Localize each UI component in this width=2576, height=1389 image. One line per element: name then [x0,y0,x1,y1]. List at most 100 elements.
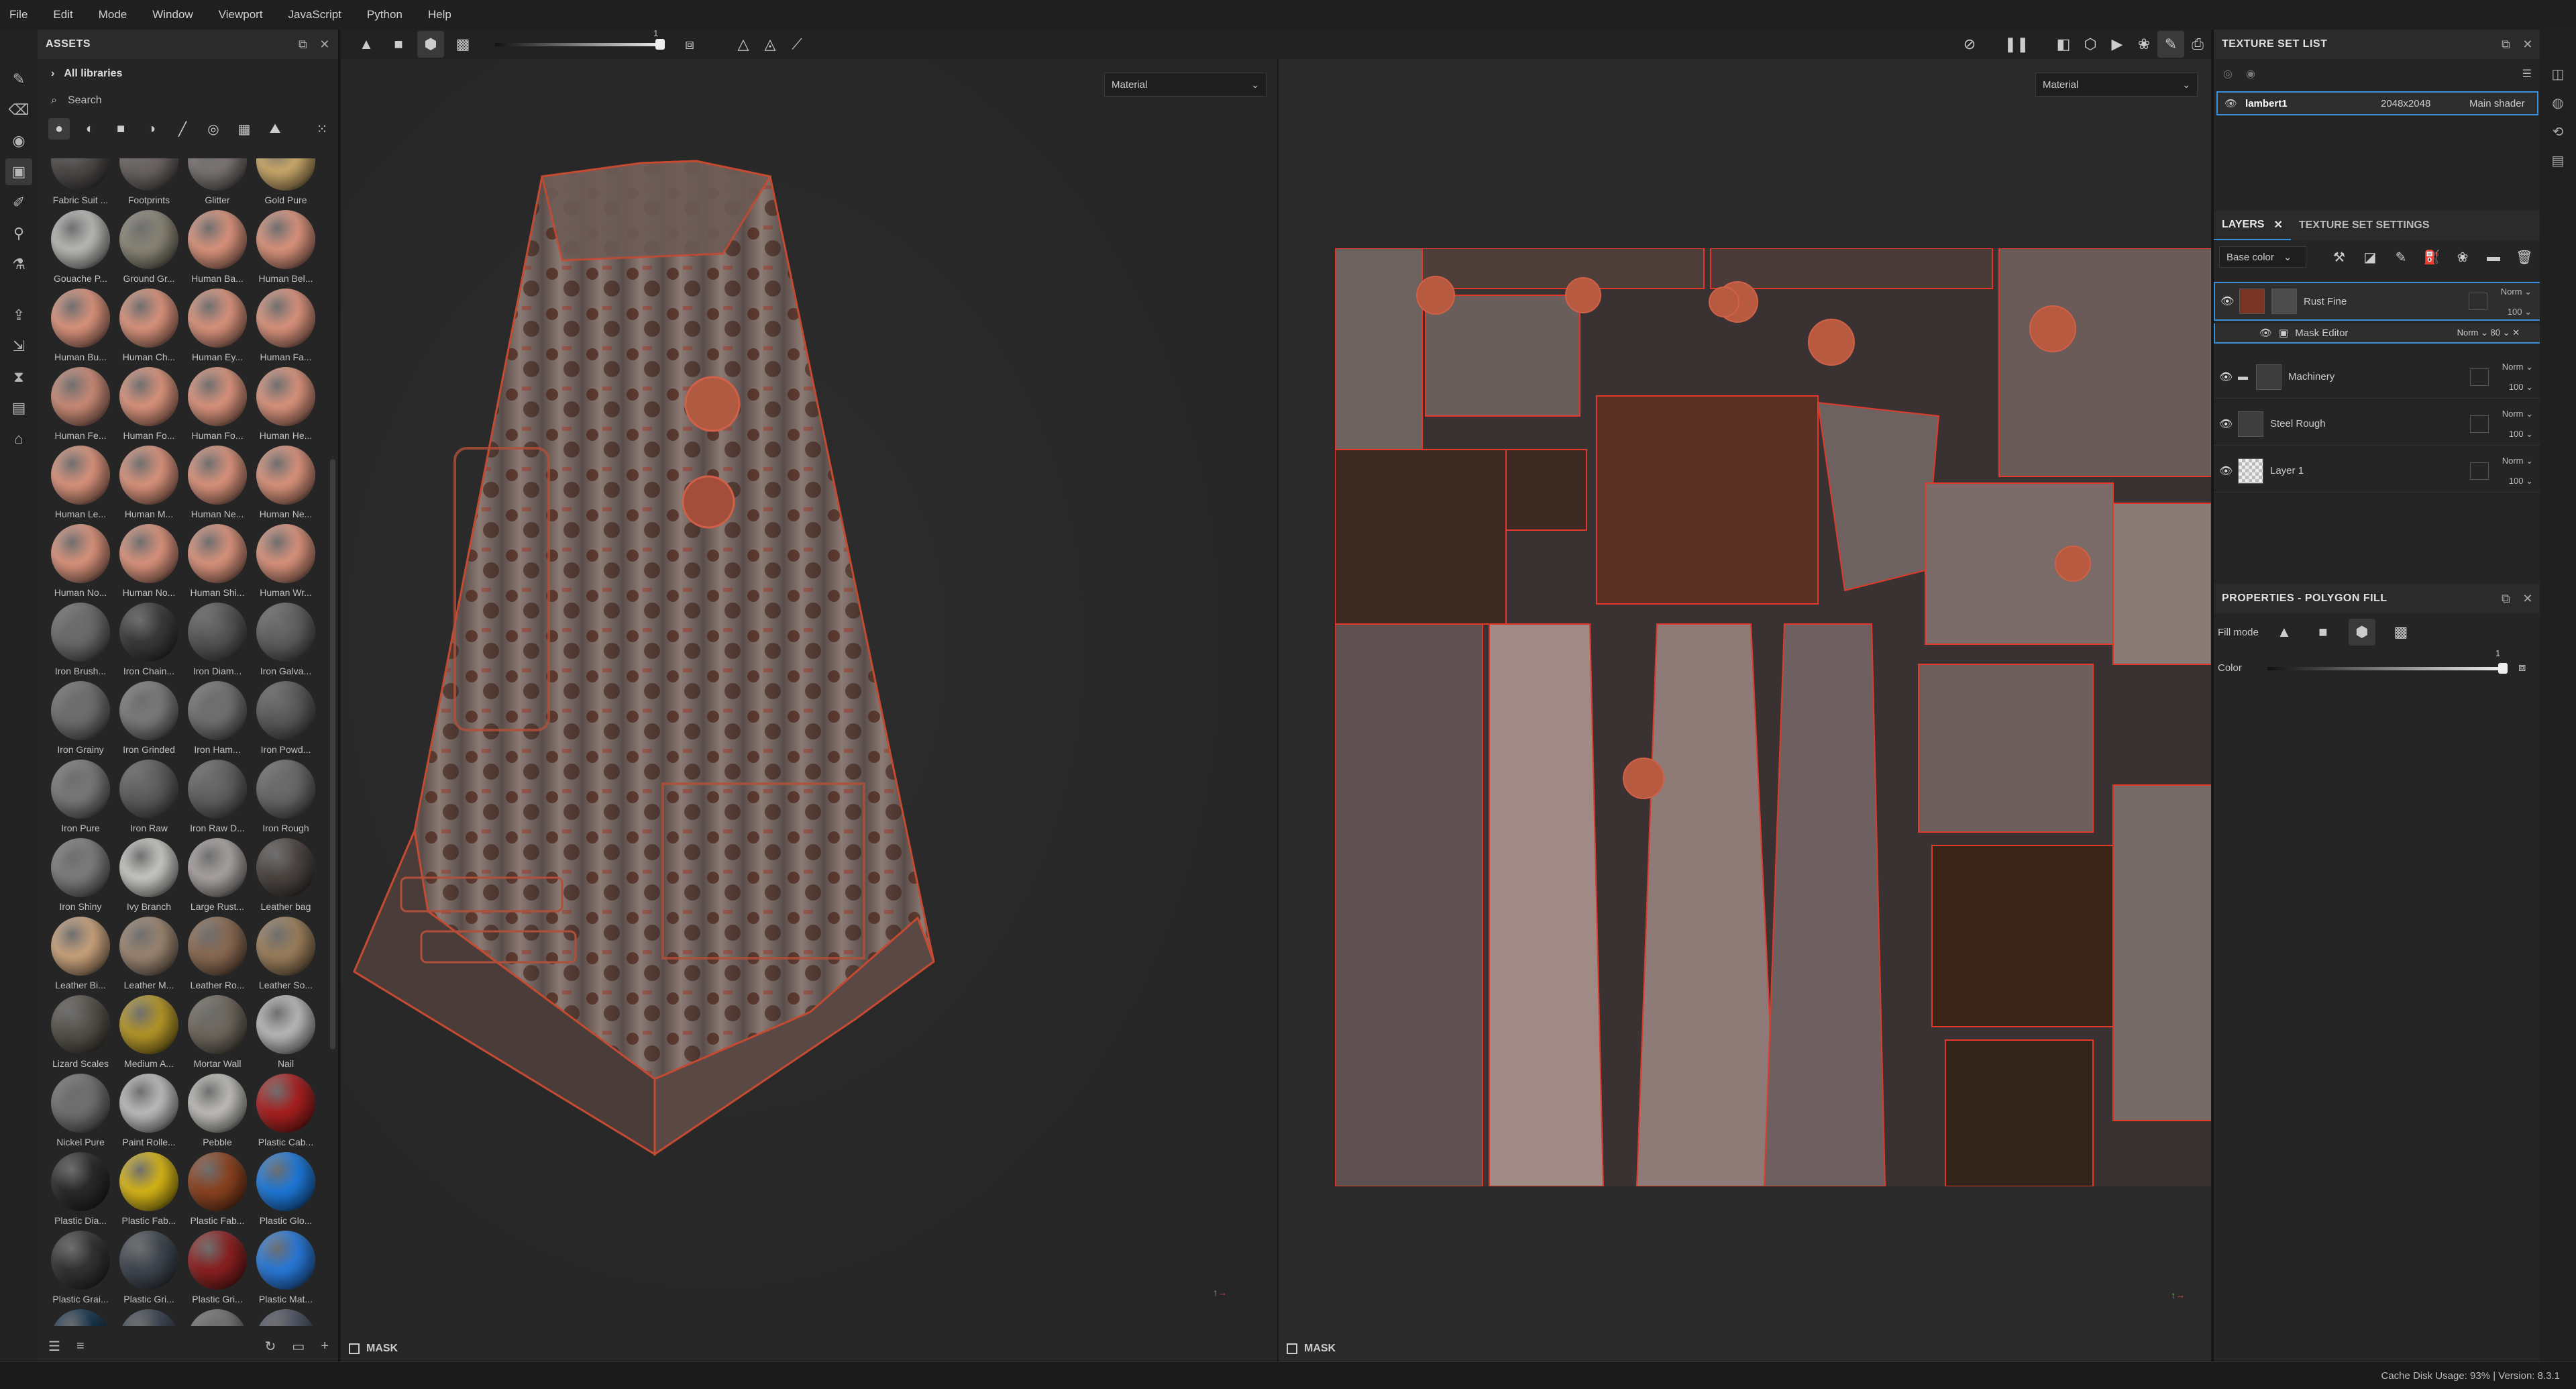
projection-icon[interactable]: ◉ [5,127,32,154]
uv-chunk-fill-icon[interactable]: ▩ [2387,619,2414,646]
material-select-2d[interactable]: Material ⌄ [2035,72,2198,97]
menu-edit[interactable]: Edit [53,8,72,21]
layer-name[interactable]: Layer 1 [2270,465,2304,476]
environments-filter-icon[interactable]: ⛰ [264,118,286,140]
pause-icon[interactable]: ❚❚ [2003,31,2030,58]
opacity-value[interactable]: 100 [2509,429,2524,439]
refresh-icon[interactable]: ↻ [265,1338,276,1355]
blend-mode-select[interactable]: Norm ⌄ 100 ⌄ [2502,357,2533,397]
effect-name[interactable]: Mask Editor [2295,327,2348,339]
viewport-2d[interactable]: Material ⌄ ↑→ MASK [1279,59,2211,1361]
menu-help[interactable]: Help [428,8,451,21]
delete-layer-icon[interactable]: 🗑 [2513,249,2536,266]
asset-tile[interactable] [47,1309,114,1326]
asset-tile[interactable] [252,1309,319,1326]
color-picker-icon[interactable]: ⚗ [5,251,32,278]
asset-tile[interactable]: Iron Rough [252,760,319,838]
asset-tile[interactable]: Paint Rolle... [115,1074,182,1152]
texture-set-shader[interactable]: Main shader [2469,98,2525,109]
layer-color-swatch[interactable] [2470,462,2489,480]
asset-tile[interactable]: Human No... [115,524,182,603]
add-mask-icon[interactable]: ◪ [2359,249,2381,266]
display-settings-icon[interactable]: ◍ [2552,95,2563,111]
generators-filter-icon[interactable]: ◑ [141,118,162,140]
eye-icon[interactable]: 👁 [2219,417,2238,431]
layer-name[interactable]: Machinery [2288,371,2334,382]
asset-tile[interactable]: Mortar Wall [184,995,251,1074]
asset-tile[interactable]: Plastic Gri... [115,1231,182,1309]
asset-tile[interactable]: Human No... [47,524,114,603]
mask-checkbox-3d[interactable] [349,1343,360,1354]
layer-name[interactable]: Rust Fine [2304,296,2347,307]
eye-icon[interactable]: 👁 [2220,295,2239,308]
blend-mode-select[interactable]: Norm ⌄ 100 ⌄ [2502,451,2533,491]
asset-tile[interactable] [115,1309,182,1326]
asset-tile[interactable]: Plastic Dia... [47,1152,114,1231]
list-view-icon[interactable]: ≡ [76,1339,85,1354]
close-icon[interactable]: ✕ [2273,218,2282,232]
asset-tile[interactable]: Human Fe... [47,367,114,446]
asset-tile[interactable]: Pebble [184,1074,251,1152]
asset-tile[interactable]: Ground Gr... [115,210,182,289]
channel-select[interactable]: Base color ⌄ [2219,246,2306,268]
color-slider-knob[interactable] [2498,663,2508,674]
asset-tile[interactable]: Glitter [184,158,251,210]
asset-tile[interactable]: Leather M... [115,917,182,995]
undock-icon[interactable]: ⧉ [2502,38,2510,52]
slider-knob[interactable] [655,39,665,50]
layer-color-swatch[interactable] [2470,415,2489,433]
layer-row-rust-fine[interactable]: 👁 Rust Fine Norm ⌄ 100 ⌄ [2214,282,2541,321]
mask-toggle-2d[interactable]: MASK [1287,1343,1336,1355]
asset-tile[interactable]: Human Ba... [184,210,251,289]
asset-tile[interactable]: Human Ey... [184,289,251,367]
asset-tile[interactable]: Leather So... [252,917,319,995]
triangle-fill-icon[interactable]: ▲ [2271,619,2298,646]
log-icon[interactable]: ▤ [2552,152,2565,169]
history-icon[interactable]: ⟲ [2553,123,2564,140]
document-icon[interactable]: ▤ [5,395,32,421]
asset-tile[interactable]: Gold Pure [252,158,319,210]
asset-tile[interactable] [184,1309,251,1326]
display-icon[interactable]: ⬡ [2077,31,2104,58]
add-fill-layer-icon[interactable]: ⛽ [2420,249,2443,266]
paint-mode-icon[interactable]: ✎ [2157,31,2184,58]
asset-tile[interactable]: Human He... [252,367,319,446]
brushes-filter-icon[interactable]: ╱ [172,118,193,140]
asset-tile[interactable]: Nickel Pure [47,1074,114,1152]
asset-tile[interactable]: Iron Ham... [184,681,251,760]
color-slider-track[interactable] [2267,667,2502,670]
asset-tile[interactable]: Medium A... [115,995,182,1074]
shelf-icon[interactable]: ⌂ [5,425,32,452]
asset-tile[interactable]: Plastic Gri... [184,1231,251,1309]
smudge-icon[interactable]: ✐ [5,189,32,216]
asset-tile[interactable]: Iron Chain... [115,603,182,681]
asset-tile[interactable]: Human Shi... [184,524,251,603]
fill-slider[interactable]: 1 [495,28,665,50]
asset-tile[interactable]: Ivy Branch [115,838,182,917]
folder-icon[interactable]: ▭ [292,1338,305,1355]
asset-tile[interactable]: Nail [252,995,319,1074]
tab-texture-set-settings[interactable]: TEXTURE SET SETTINGS [2291,211,2438,240]
menu-javascript[interactable]: JavaScript [288,8,341,21]
asset-tile[interactable]: Iron Raw D... [184,760,251,838]
solo-icon[interactable]: ◉ [2246,67,2255,81]
opacity-value[interactable]: 100 [2509,476,2524,486]
quad-fill-icon[interactable]: ■ [385,31,412,58]
asset-tile[interactable]: Plastic Fab... [184,1152,251,1231]
asset-tile[interactable]: Human Fa... [252,289,319,367]
asset-tile[interactable]: Lizard Scales [47,995,114,1074]
eye-icon[interactable]: 👁 [2224,97,2237,109]
triangle-fill-icon[interactable]: ▲ [353,31,380,58]
mirror-icon[interactable]: ◬ [757,31,784,58]
close-icon[interactable]: ✕ [319,38,330,52]
mask-editor-blend[interactable]: Norm ⌄ 80 ⌄ ✕ [2457,327,2520,338]
texture-set-row[interactable]: 👁 lambert1 2048x2048 Main shader [2216,91,2538,115]
asset-tile[interactable]: Iron Pure [47,760,114,838]
add-paint-layer-icon[interactable]: ✎ [2390,249,2412,266]
asset-tile[interactable]: Iron Grinded [115,681,182,760]
search-field[interactable]: ⌕ Search [38,89,338,113]
quad-fill-icon[interactable]: ■ [2310,619,2337,646]
close-icon[interactable]: ✕ [2522,38,2533,52]
asset-tile[interactable]: Iron Brush... [47,603,114,681]
history-icon[interactable]: ⧗ [5,364,32,391]
